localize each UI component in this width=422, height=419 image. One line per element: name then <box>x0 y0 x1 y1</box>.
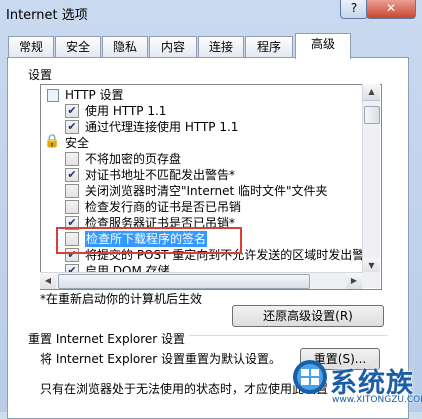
tab-privacy[interactable]: 隐私 <box>102 36 148 58</box>
scroll-up-icon[interactable]: ▲ <box>363 84 380 101</box>
watermark-url: www.XITONGZU.COM <box>332 395 422 405</box>
lock-icon: 🔒 <box>44 134 61 149</box>
internet-options-window: Internet 选项 ? ✕ 常规 安全 隐私 内容 连接 程序 高级 设置 … <box>0 0 422 419</box>
setting-label: 关闭浏览器时清空"Internet 临时文件"文件夹 <box>85 184 328 198</box>
annotation-highlight-box <box>56 227 242 254</box>
setting-label: 通过代理连接使用 HTTP 1.1 <box>85 120 239 134</box>
setting-label: 检查发行商的证书是否已吊销 <box>85 200 242 214</box>
scroll-corner <box>363 272 380 288</box>
checkbox[interactable]: ✔ <box>65 168 79 182</box>
reset-warning-text: 只有在浏览器处于无法使用的状态时，才应使用此设置 <box>40 382 329 396</box>
scroll-thumb[interactable] <box>364 106 380 124</box>
restart-note: *在重新启动你的计算机后生效 <box>40 292 203 306</box>
checkbox[interactable] <box>65 184 79 198</box>
title-bar[interactable]: Internet 选项 ? ✕ <box>0 0 422 24</box>
window-title: Internet 选项 <box>6 8 88 23</box>
setting-label: 对证书地址不匹配发出警告* <box>85 168 236 182</box>
scroll-thumb[interactable] <box>58 274 310 289</box>
checkbox[interactable] <box>65 200 79 214</box>
checkbox[interactable] <box>65 152 79 166</box>
folder-icon <box>47 89 59 102</box>
watermark: 系统族 www.XITONGZU.COM <box>290 355 422 412</box>
tab-general[interactable]: 常规 <box>8 36 54 58</box>
tab-programs[interactable]: 程序 <box>245 36 293 58</box>
scroll-left-icon[interactable]: ◀ <box>40 273 56 289</box>
restore-advanced-settings-button[interactable]: 还原高级设置(R) <box>232 305 384 327</box>
close-button[interactable]: ✕ <box>366 0 416 19</box>
horizontal-scrollbar[interactable]: ◀ ▶ <box>40 272 363 289</box>
watermark-logo-icon <box>293 360 327 394</box>
category-label: HTTP 设置 <box>65 88 124 102</box>
setting-label: 使用 HTTP 1.1 <box>85 104 167 118</box>
tab-security[interactable]: 安全 <box>55 36 101 58</box>
tab-connections[interactable]: 连接 <box>198 36 244 58</box>
reset-description: 将 Internet Explorer 设置重置为默认设置。 <box>40 352 282 366</box>
tab-advanced[interactable]: 高级 <box>295 33 351 59</box>
setting-label: 不将加密的页存盘 <box>85 152 182 166</box>
help-button[interactable]: ? <box>340 0 368 19</box>
settings-group-label: 设置 <box>28 68 53 82</box>
checkbox[interactable]: ✔ <box>65 120 79 134</box>
checkbox[interactable]: ✔ <box>65 104 79 118</box>
reset-section-title: 重置 Internet Explorer 设置 <box>28 330 190 347</box>
category-label: 安全 <box>65 136 90 150</box>
settings-list[interactable]: HTTP 设置 ✔ 使用 HTTP 1.1 ✔ 通过代理连接使用 HTTP 1.… <box>40 84 382 290</box>
vertical-scrollbar[interactable]: ▲ ▼ <box>362 84 380 275</box>
scroll-right-icon[interactable]: ▶ <box>346 273 362 289</box>
tab-content[interactable]: 内容 <box>149 36 197 58</box>
